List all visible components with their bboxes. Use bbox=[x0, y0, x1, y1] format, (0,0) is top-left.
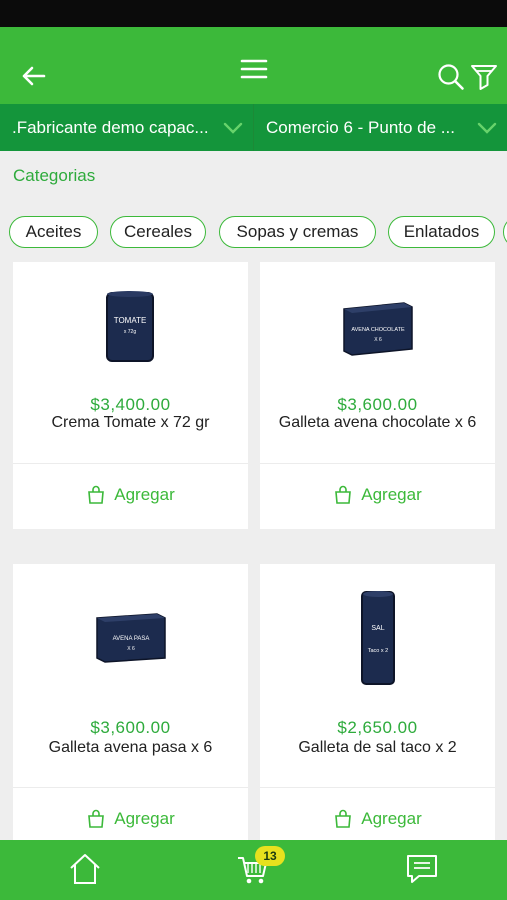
shopping-bag-icon bbox=[88, 485, 105, 504]
app-bar bbox=[0, 27, 507, 104]
shopping-bag-icon bbox=[88, 809, 105, 828]
pack-label: SAL bbox=[371, 625, 384, 632]
add-to-cart-button[interactable]: Agregar bbox=[260, 804, 495, 834]
chevron-down-icon bbox=[223, 120, 243, 140]
product-card[interactable]: TOMATE x 72g $3,400.00 Crema Tomate x 72… bbox=[13, 262, 248, 529]
product-image: TOMATE x 72g bbox=[13, 262, 248, 392]
messages-icon[interactable] bbox=[405, 852, 439, 891]
back-arrow-icon[interactable] bbox=[20, 64, 46, 93]
search-icon[interactable] bbox=[437, 63, 465, 96]
add-label: Agregar bbox=[114, 809, 175, 828]
chevron-down-icon bbox=[477, 120, 497, 140]
product-card[interactable]: SAL Taco x 2 $2,650.00 Galleta de sal ta… bbox=[260, 564, 495, 840]
chip-cereales[interactable]: Cereales bbox=[110, 216, 206, 248]
add-label: Agregar bbox=[361, 485, 422, 504]
manufacturer-select-label: .Fabricante demo capac... bbox=[12, 117, 209, 137]
card-separator bbox=[13, 463, 248, 464]
add-to-cart-button[interactable]: Agregar bbox=[13, 804, 248, 834]
store-select-label: Comercio 6 - Punto de ... bbox=[266, 117, 455, 137]
card-separator bbox=[260, 463, 495, 464]
chip-aceites[interactable]: Aceites bbox=[9, 216, 98, 248]
filter-icon[interactable] bbox=[470, 63, 498, 96]
cart-count-badge: 13 bbox=[255, 846, 285, 866]
store-select[interactable]: Comercio 6 - Punto de ... bbox=[254, 104, 507, 151]
product-name: Crema Tomate x 72 gr bbox=[51, 414, 210, 431]
chip-next[interactable] bbox=[503, 216, 507, 248]
product-grid: TOMATE x 72g $3,400.00 Crema Tomate x 72… bbox=[0, 262, 507, 840]
product-card[interactable]: AVENA PASA X 6 $3,600.00 Galleta avena p… bbox=[13, 564, 248, 840]
product-price: $2,650.00 bbox=[337, 718, 418, 737]
product-price: $3,600.00 bbox=[90, 718, 171, 737]
product-image: AVENA CHOCOLATE X 6 bbox=[260, 262, 495, 392]
add-label: Agregar bbox=[114, 485, 175, 504]
add-label: Agregar bbox=[361, 809, 422, 828]
product-price: $3,600.00 bbox=[337, 395, 418, 414]
product-price: $3,400.00 bbox=[90, 395, 171, 414]
pack-sublabel: X 6 bbox=[127, 646, 135, 652]
pack-label: AVENA CHOCOLATE bbox=[351, 327, 405, 333]
pack-label: AVENA PASA bbox=[112, 636, 149, 642]
product-name: Galleta avena pasa x 6 bbox=[48, 739, 213, 756]
selector-divider bbox=[253, 104, 254, 151]
pack-label: TOMATE bbox=[113, 316, 146, 325]
product-name: Galleta avena chocolate x 6 bbox=[278, 414, 477, 431]
product-name: Galleta de sal taco x 2 bbox=[298, 739, 457, 756]
product-image: SAL Taco x 2 bbox=[260, 564, 495, 712]
bottom-nav-bar bbox=[0, 840, 507, 900]
pack-sublabel: X 6 bbox=[374, 337, 382, 343]
product-card[interactable]: AVENA CHOCOLATE X 6 $3,600.00 Galleta av… bbox=[260, 262, 495, 529]
status-bar bbox=[0, 0, 507, 27]
add-to-cart-button[interactable]: Agregar bbox=[13, 480, 248, 510]
card-separator bbox=[13, 787, 248, 788]
chip-enlatados[interactable]: Enlatados bbox=[388, 216, 495, 248]
chip-sopas-y-cremas[interactable]: Sopas y cremas bbox=[219, 216, 376, 248]
shopping-bag-icon bbox=[335, 809, 352, 828]
product-image: AVENA PASA X 6 bbox=[13, 564, 248, 712]
manufacturer-select[interactable]: .Fabricante demo capac... bbox=[0, 104, 253, 151]
pack-sublabel: x 72g bbox=[123, 329, 135, 335]
categories-title: Categorias bbox=[13, 166, 96, 185]
home-icon[interactable] bbox=[68, 852, 102, 891]
pack-sublabel: Taco x 2 bbox=[367, 648, 387, 654]
add-to-cart-button[interactable]: Agregar bbox=[260, 480, 495, 510]
hamburger-menu-icon[interactable] bbox=[240, 57, 268, 86]
card-separator bbox=[260, 787, 495, 788]
category-chips: Aceites Cereales Sopas y cremas Enlatado… bbox=[0, 214, 507, 252]
shopping-bag-icon bbox=[335, 485, 352, 504]
